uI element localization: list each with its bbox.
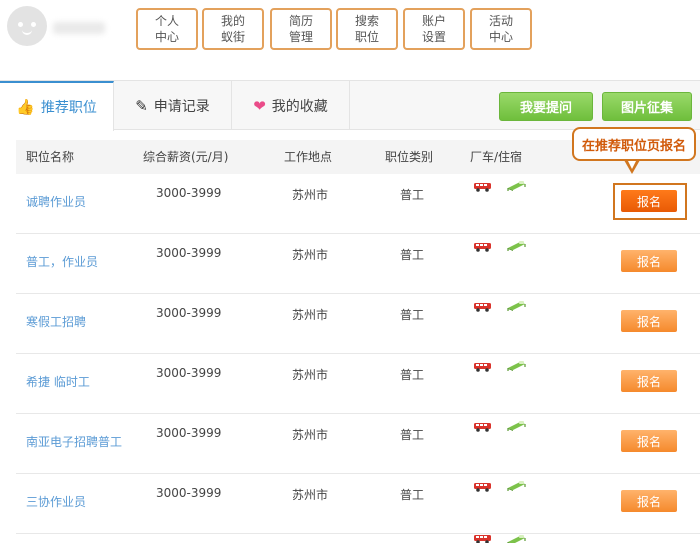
location: 苏州市	[292, 368, 329, 382]
job-name-link[interactable]: 寒假工招聘	[26, 313, 86, 330]
bed-icon	[506, 480, 526, 491]
bus-icon	[474, 302, 492, 312]
apply-button[interactable]: 报名	[621, 310, 677, 332]
bus-icon	[474, 242, 492, 252]
salary: 3000-3999	[156, 246, 222, 260]
bed-icon	[506, 360, 526, 371]
table-row: 三协作业员 3000-3999 苏州市 普工 报名	[16, 474, 700, 534]
header-location: 工作地点	[284, 150, 333, 164]
location: 苏州市	[292, 428, 329, 442]
bus-icon	[474, 362, 492, 372]
nav-search-jobs[interactable]: 搜索 职位	[336, 8, 398, 50]
avatar-face-icon	[15, 18, 39, 38]
location: 苏州市	[292, 248, 329, 262]
apply-button[interactable]: 报名	[621, 430, 677, 452]
ask-question-button[interactable]: 我要提问	[499, 92, 593, 121]
bed-icon	[506, 420, 526, 431]
nav-activity-center[interactable]: 活动 中心	[470, 8, 532, 50]
header-job-name: 职位名称	[26, 150, 75, 164]
bus-icon	[474, 422, 492, 432]
salary: 3000-3999	[156, 426, 222, 440]
header-salary: 综合薪资(元/月)	[143, 150, 229, 164]
category: 普工	[400, 308, 425, 322]
salary: 3000-3999	[156, 486, 222, 500]
category: 普工	[400, 428, 425, 442]
highlight-box	[613, 183, 687, 220]
category: 普工	[400, 248, 425, 262]
salary: 3000-3999	[156, 366, 222, 380]
tab-label: 申请记录	[153, 98, 210, 115]
salary: 3000-3999	[156, 306, 222, 320]
tab-recommended-jobs[interactable]: 👍 推荐职位	[0, 81, 114, 131]
job-name-link[interactable]: 希捷 临时工	[26, 373, 90, 390]
bus-icon	[474, 534, 492, 543]
table-row: 诚聘作业员 3000-3999 苏州市 普工 报名	[16, 174, 700, 234]
job-name-link[interactable]: 三协作业员	[26, 493, 86, 510]
table-row: 寒假工招聘 3000-3999 苏州市 普工 报名	[16, 294, 700, 354]
category: 普工	[400, 368, 425, 382]
apply-button[interactable]: 报名	[621, 370, 677, 392]
salary: 3000-3999	[156, 186, 222, 200]
location: 苏州市	[292, 308, 329, 322]
apply-button[interactable]: 报名	[621, 490, 677, 512]
job-name-link[interactable]: 普工，作业员	[26, 253, 98, 270]
bus-icon	[474, 182, 492, 192]
table-row-partial	[16, 534, 700, 543]
location: 苏州市	[292, 488, 329, 502]
bed-icon	[506, 534, 526, 543]
location: 苏州市	[292, 188, 329, 202]
thumbs-up-icon: 👍	[16, 98, 35, 116]
avatar[interactable]	[7, 6, 47, 46]
nav-personal-center[interactable]: 个人 中心	[136, 8, 198, 50]
nav-resume-management[interactable]: 简历 管理	[270, 8, 332, 50]
bus-icon	[474, 482, 492, 492]
edit-icon: ✎	[135, 96, 148, 115]
heart-icon: ❤	[253, 96, 266, 115]
category: 普工	[400, 488, 425, 502]
tab-label: 我的收藏	[271, 98, 328, 115]
bed-icon	[506, 240, 526, 251]
job-name-link[interactable]: 诚聘作业员	[26, 193, 86, 210]
nav-account-settings[interactable]: 账户 设置	[403, 8, 465, 50]
table-row: 普工，作业员 3000-3999 苏州市 普工 报名	[16, 234, 700, 294]
table-row: 希捷 临时工 3000-3999 苏州市 普工 报名	[16, 354, 700, 414]
header-bus-lodging: 厂车/住宿	[470, 150, 523, 164]
photo-collection-button[interactable]: 图片征集	[602, 92, 692, 121]
bed-icon	[506, 180, 526, 191]
apply-button[interactable]: 报名	[621, 250, 677, 272]
tab-label: 推荐职位	[40, 100, 97, 116]
header-category: 职位类别	[385, 150, 434, 164]
bed-icon	[506, 300, 526, 311]
instruction-callout: 在推荐职位页报名	[572, 127, 696, 161]
tab-my-favorites[interactable]: ❤ 我的收藏	[232, 81, 350, 130]
top-bar: 个人 中心 我的 蚁街 简历 管理 搜索 职位 账户 设置 活动 中心	[0, 0, 700, 62]
job-name-link[interactable]: 南亚电子招聘普工	[26, 433, 122, 450]
table-row: 南亚电子招聘普工 3000-3999 苏州市 普工 报名	[16, 414, 700, 474]
username-blurred	[53, 22, 105, 34]
tab-application-history[interactable]: ✎ 申请记录	[114, 81, 232, 130]
category: 普工	[400, 188, 425, 202]
nav-my-yijie[interactable]: 我的 蚁街	[202, 8, 264, 50]
tab-bar: 👍 推荐职位 ✎ 申请记录 ❤ 我的收藏 我要提问 图片征集	[0, 80, 700, 131]
